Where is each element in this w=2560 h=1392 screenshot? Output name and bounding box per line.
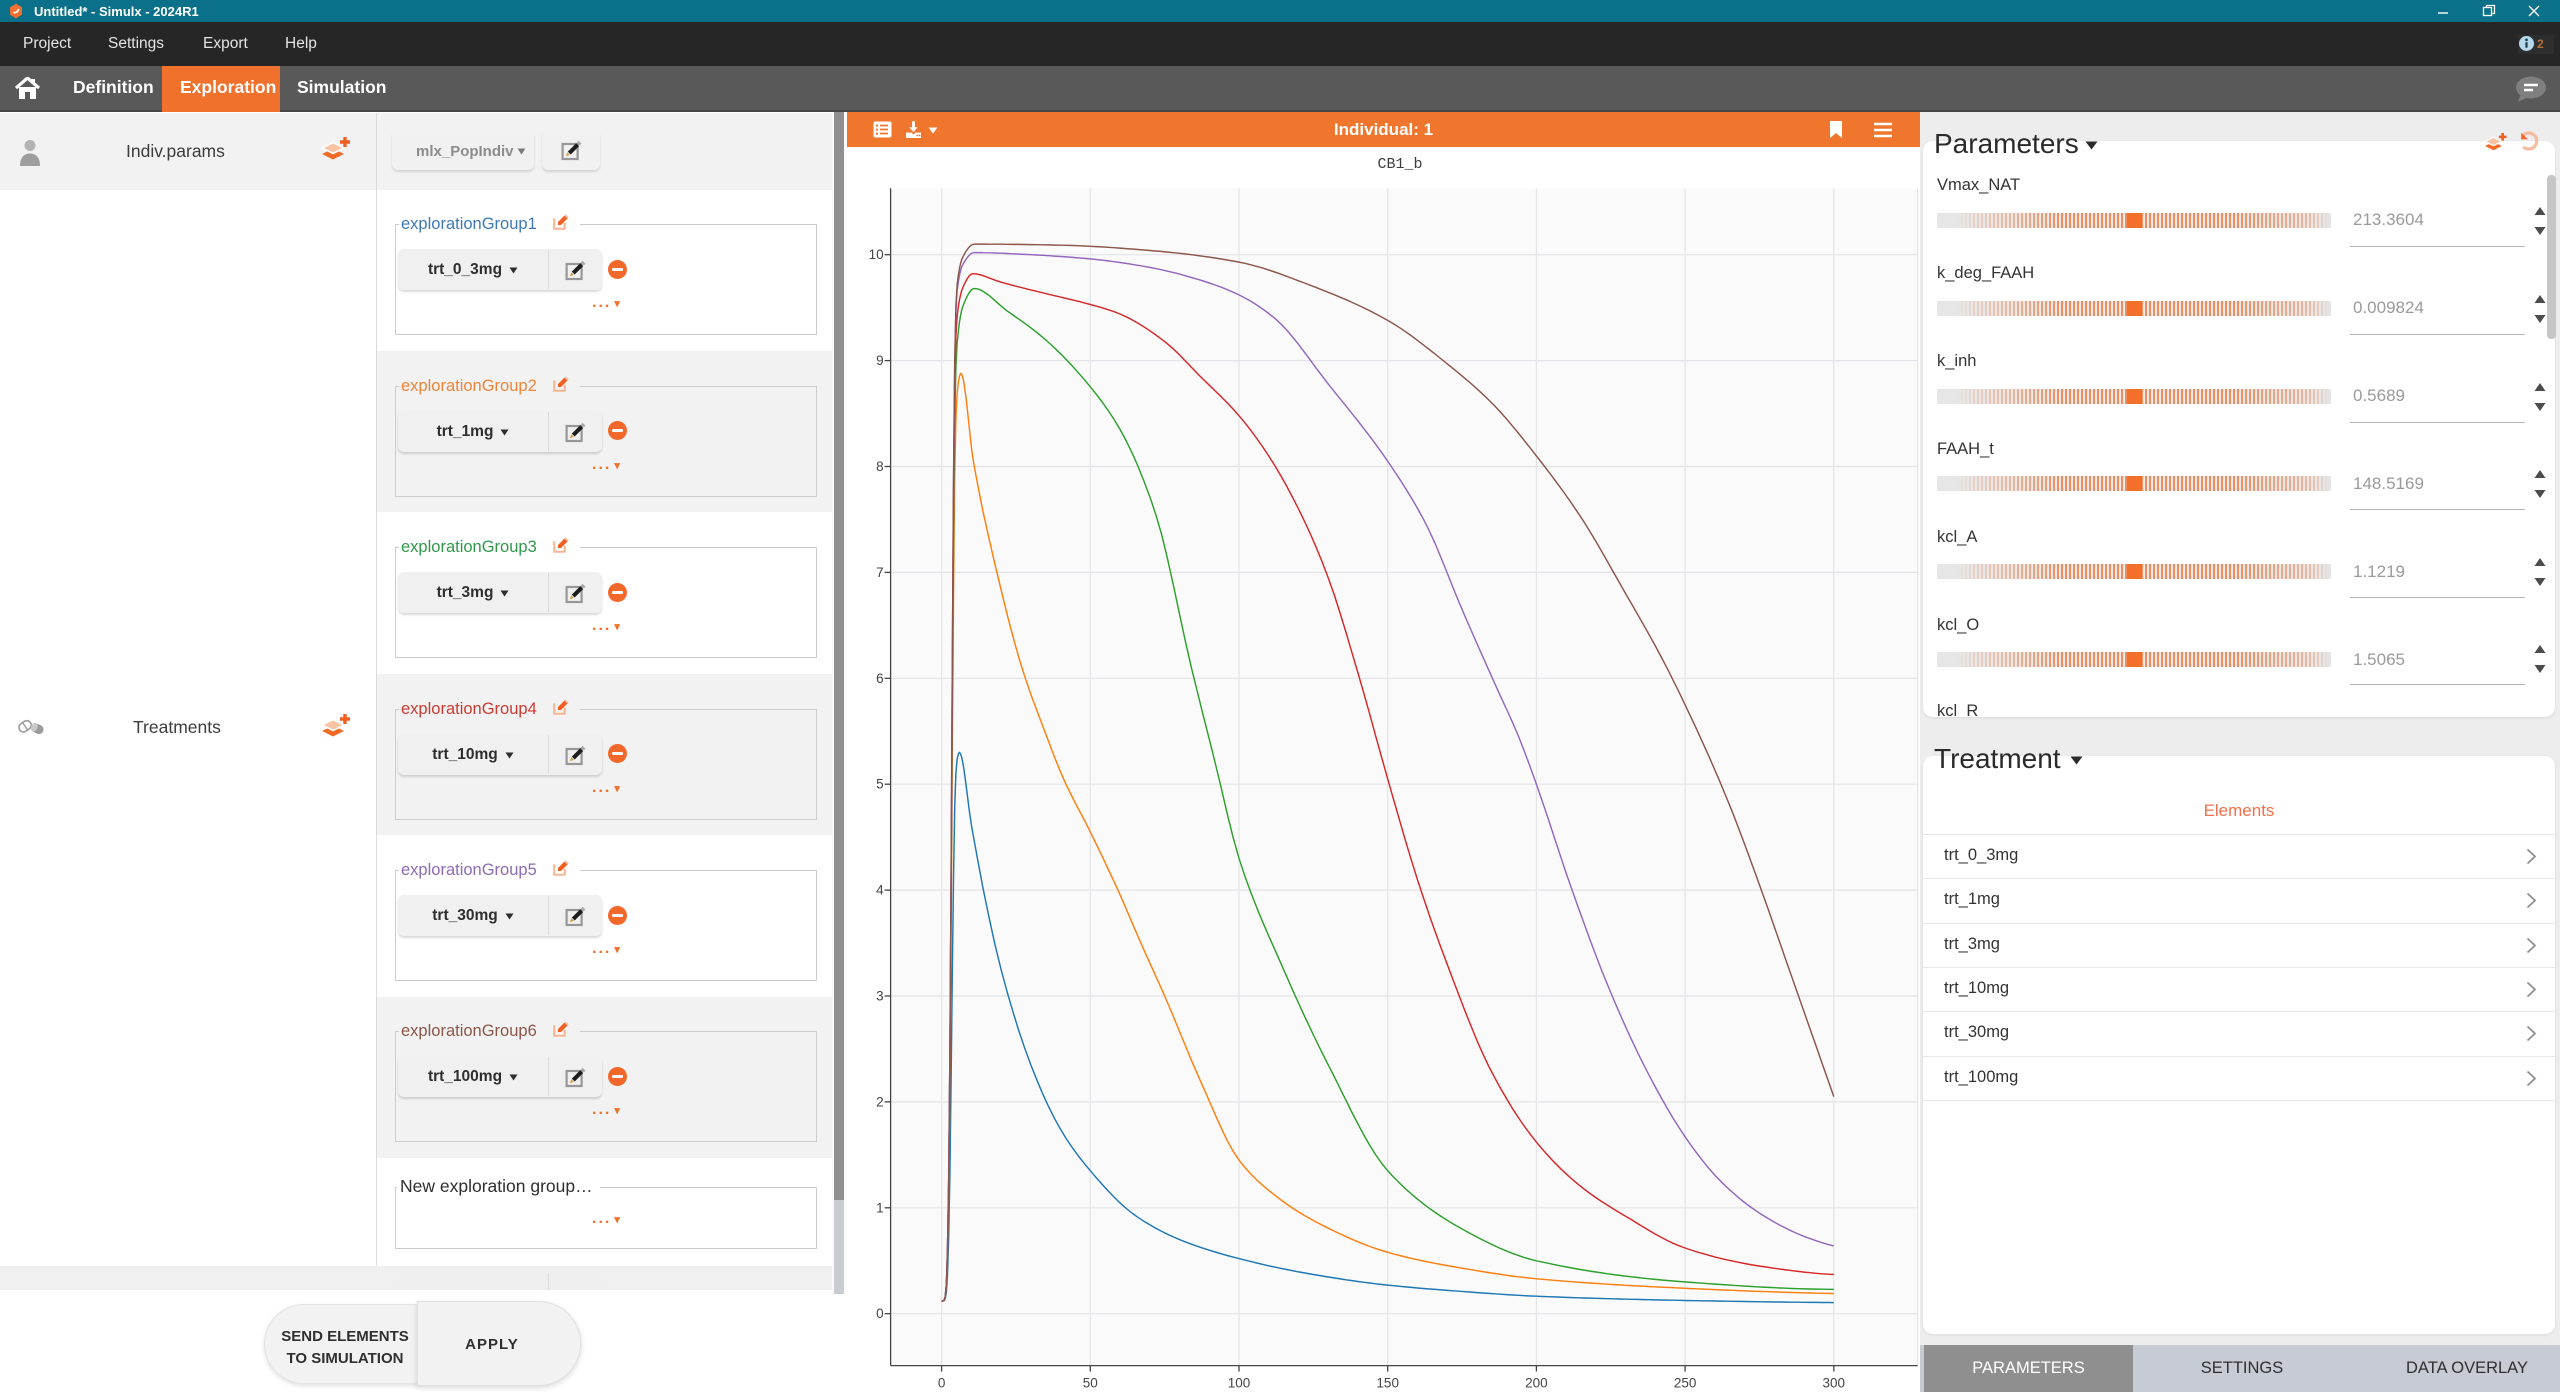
- svg-text:0: 0: [876, 1306, 884, 1321]
- svg-text:6: 6: [876, 671, 884, 686]
- svg-text:10: 10: [869, 247, 884, 262]
- svg-text:8: 8: [876, 459, 884, 474]
- svg-text:5: 5: [876, 777, 884, 792]
- svg-text:3: 3: [876, 989, 884, 1004]
- svg-text:4: 4: [876, 883, 884, 898]
- svg-text:50: 50: [1083, 1376, 1098, 1391]
- svg-text:150: 150: [1376, 1376, 1399, 1391]
- svg-text:300: 300: [1823, 1376, 1846, 1391]
- svg-text:9: 9: [876, 353, 884, 368]
- svg-text:100: 100: [1228, 1376, 1251, 1391]
- svg-text:7: 7: [876, 565, 884, 580]
- svg-text:200: 200: [1525, 1376, 1548, 1391]
- svg-text:250: 250: [1674, 1376, 1697, 1391]
- svg-text:1: 1: [876, 1200, 884, 1215]
- svg-text:2: 2: [876, 1094, 884, 1109]
- svg-text:0: 0: [938, 1376, 946, 1391]
